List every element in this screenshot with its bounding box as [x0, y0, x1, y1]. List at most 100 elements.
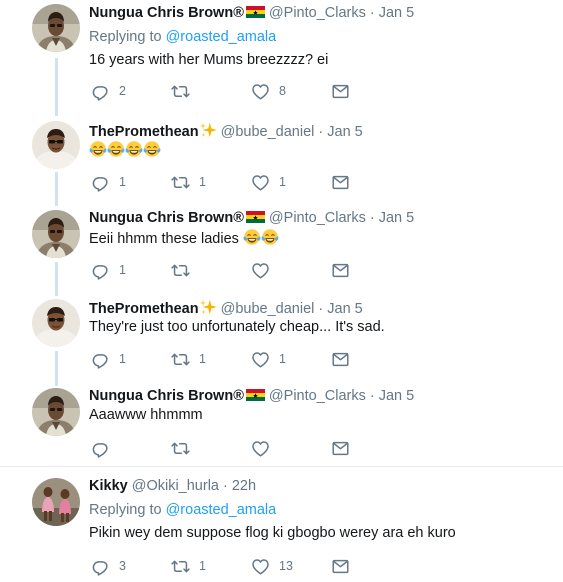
retweet-icon: [171, 439, 190, 458]
like-count: 1: [279, 352, 286, 366]
retweet-button[interactable]: 1: [171, 349, 206, 369]
tweet[interactable]: ThePromethean @bube_daniel · Jan 5 1 1 1: [0, 116, 563, 206]
retweet-button[interactable]: [171, 260, 199, 280]
retweet-icon: [171, 350, 190, 369]
display-name[interactable]: Nungua Chris Brown: [89, 5, 233, 21]
envelope-icon: [331, 82, 350, 101]
like-count: 1: [279, 175, 286, 189]
direct-message-button[interactable]: [331, 349, 350, 369]
reply-icon: [91, 439, 110, 458]
retweet-button[interactable]: [171, 81, 199, 101]
direct-message-button[interactable]: [331, 260, 350, 280]
reply-count: 3: [119, 559, 126, 573]
timestamp[interactable]: · 22h: [223, 478, 256, 494]
tweet[interactable]: Nungua Chris Brown® @Pinto_Clarks · Jan …: [0, 0, 563, 116]
sparkles-icon: [199, 298, 217, 316]
tweet[interactable]: Nungua Chris Brown® @Pinto_Clarks · Jan …: [0, 386, 563, 464]
envelope-icon: [331, 439, 350, 458]
display-name[interactable]: Kikky: [89, 478, 128, 494]
like-button[interactable]: 1: [251, 172, 286, 192]
tweet[interactable]: ThePromethean @bube_daniel · Jan 5 They'…: [0, 296, 563, 386]
direct-message-button[interactable]: [331, 172, 350, 192]
retweet-icon: [171, 557, 190, 576]
like-count: 13: [279, 559, 293, 573]
retweet-button[interactable]: 1: [171, 172, 206, 192]
avatar[interactable]: [32, 299, 80, 347]
reply-icon: [91, 350, 110, 369]
display-name[interactable]: ThePromethean: [89, 301, 199, 317]
retweet-icon: [171, 261, 190, 280]
like-button[interactable]: 13: [251, 556, 293, 576]
avatar[interactable]: [32, 478, 80, 526]
retweet-button[interactable]: [171, 438, 199, 458]
tears-of-joy-icon: [107, 140, 125, 158]
reply-button[interactable]: 1: [91, 260, 126, 280]
timestamp[interactable]: · Jan 5: [318, 301, 362, 317]
reply-button[interactable]: 2: [91, 81, 126, 101]
registered-mark: ®: [233, 5, 244, 21]
display-name[interactable]: Nungua Chris Brown: [89, 210, 233, 226]
user-handle[interactable]: @bube_daniel: [221, 301, 315, 317]
display-name[interactable]: Nungua Chris Brown: [89, 388, 233, 404]
avatar[interactable]: [32, 210, 80, 258]
tears-of-joy-icon: [261, 228, 279, 246]
reply-button[interactable]: [91, 438, 119, 458]
timestamp[interactable]: · Jan 5: [318, 124, 362, 140]
reply-button[interactable]: 1: [91, 172, 126, 192]
like-icon: [251, 82, 270, 101]
like-icon: [251, 439, 270, 458]
like-button[interactable]: 1: [251, 349, 286, 369]
tweet-header: ThePromethean @bube_daniel · Jan 5: [89, 298, 363, 318]
direct-message-button[interactable]: [331, 438, 350, 458]
direct-message-button[interactable]: [331, 556, 350, 576]
reply-icon: [91, 261, 110, 280]
timestamp[interactable]: · Jan 5: [370, 5, 414, 21]
tweet[interactable]: Kikky @Okiki_hurla · 22h Replying to @ro…: [0, 467, 563, 582]
replying-to: Replying to @roasted_amala: [89, 28, 276, 46]
ghana-flag-icon: [246, 211, 265, 223]
replying-to-handle[interactable]: @roasted_amala: [166, 502, 277, 518]
like-icon: [251, 173, 270, 192]
reply-count: 2: [119, 84, 126, 98]
user-handle[interactable]: @Pinto_Clarks: [269, 388, 366, 404]
user-handle[interactable]: @Pinto_Clarks: [269, 210, 366, 226]
user-handle[interactable]: @Okiki_hurla: [132, 478, 219, 494]
avatar[interactable]: [32, 121, 80, 169]
tweet-header: Nungua Chris Brown® @Pinto_Clarks · Jan …: [89, 209, 414, 227]
tweet-actions: 2 8: [89, 81, 359, 101]
tweet-header: Nungua Chris Brown® @Pinto_Clarks · Jan …: [89, 4, 414, 22]
retweet-button[interactable]: 1: [171, 556, 206, 576]
tweet[interactable]: Nungua Chris Brown® @Pinto_Clarks · Jan …: [0, 206, 563, 296]
retweet-icon: [171, 82, 190, 101]
tears-of-joy-icon: [125, 140, 143, 158]
user-handle[interactable]: @bube_daniel: [221, 124, 315, 140]
reply-count: 1: [119, 175, 126, 189]
tears-of-joy-icon: [243, 228, 261, 246]
replying-to-handle[interactable]: @roasted_amala: [166, 29, 277, 45]
direct-message-button[interactable]: [331, 81, 350, 101]
display-name[interactable]: ThePromethean: [89, 124, 199, 140]
reply-button[interactable]: 1: [91, 349, 126, 369]
ghana-flag-icon: [246, 6, 265, 18]
like-icon: [251, 557, 270, 576]
registered-mark: ®: [233, 210, 244, 226]
avatar[interactable]: [32, 388, 80, 436]
like-button[interactable]: [251, 260, 279, 280]
timestamp[interactable]: · Jan 5: [370, 388, 414, 404]
tweet-actions: 1 1 1: [89, 349, 359, 369]
tweet-text: They're just too unfortunately cheap... …: [89, 319, 385, 335]
tweet-header: ThePromethean @bube_daniel · Jan 5: [89, 121, 363, 141]
replying-to-label: Replying to: [89, 29, 162, 45]
timestamp[interactable]: · Jan 5: [370, 210, 414, 226]
tweet-text: Aaawww hhmmm: [89, 407, 203, 423]
like-button[interactable]: 8: [251, 81, 286, 101]
retweet-count: 1: [199, 175, 206, 189]
like-count: 8: [279, 84, 286, 98]
user-handle[interactable]: @Pinto_Clarks: [269, 5, 366, 21]
avatar[interactable]: [32, 4, 80, 52]
reply-count: 1: [119, 352, 126, 366]
envelope-icon: [331, 261, 350, 280]
reply-button[interactable]: 3: [91, 556, 126, 576]
like-button[interactable]: [251, 438, 279, 458]
tweet-header: Nungua Chris Brown® @Pinto_Clarks · Jan …: [89, 387, 414, 405]
